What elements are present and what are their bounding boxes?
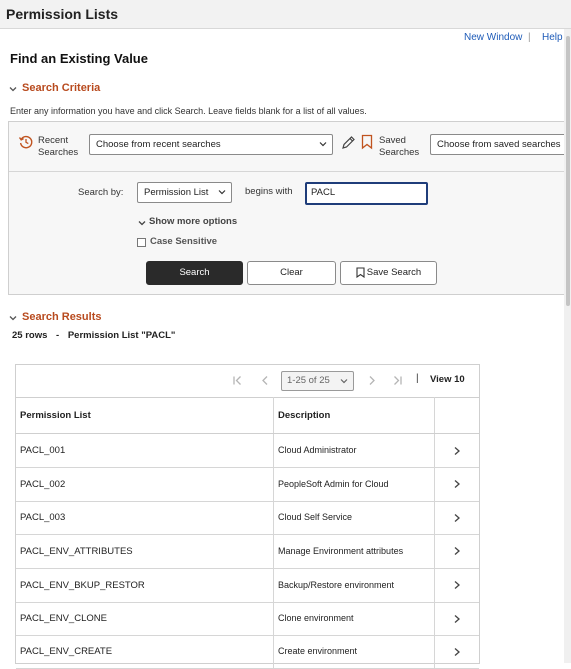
chevron-right-icon	[454, 647, 460, 656]
chevron-right-icon	[454, 581, 460, 589]
chevron-down-icon	[9, 316, 17, 321]
row-open-button[interactable]	[435, 467, 479, 501]
show-more-options-label: Show more options	[149, 216, 238, 227]
table-row[interactable]: PACL_ENV_CLONE Clone environment	[16, 602, 479, 636]
criteria-divider	[9, 171, 571, 172]
description-cell[interactable]: Create environment	[274, 635, 435, 668]
chevron-right-icon	[454, 480, 460, 488]
page-scrollbar-thumb[interactable]	[566, 36, 570, 306]
row-open-button[interactable]	[435, 602, 479, 635]
permission-list-cell[interactable]: PACL_ENV_ATTRIBUTES	[16, 534, 274, 568]
table-row[interactable]: PACL_003 Cloud Self Service	[16, 501, 479, 535]
grid-header: Permission List Description	[16, 397, 479, 434]
saved-searches-label: Saved Searches	[379, 135, 419, 159]
search-by-label: Search by:	[78, 187, 124, 198]
recent-searches-value: Choose from recent searches	[96, 139, 221, 150]
permission-list-cell[interactable]: PACL_ENV_BKUP_RESTOR	[16, 568, 274, 602]
save-search-label: Save Search	[366, 267, 422, 278]
permission-list-cell[interactable]: PACL_ENV_CLONE	[16, 602, 274, 635]
permission-list-cell[interactable]: PACL_002	[16, 467, 274, 501]
recent-label-line2: Searches	[38, 147, 79, 158]
search-button[interactable]: Search	[146, 261, 243, 285]
search-value-text: PACL	[311, 187, 336, 198]
bookmark-icon	[361, 134, 373, 150]
recent-label-line1: Recent	[38, 135, 69, 146]
case-sensitive-label: Case Sensitive	[150, 236, 218, 247]
bookmark-icon	[356, 267, 365, 279]
permission-list-cell[interactable]: PACL_ENV_CREATE	[16, 635, 274, 668]
table-row[interactable]: PACL_ENV_CREATE Create environment	[16, 635, 479, 669]
save-search-button[interactable]: Save Search	[340, 261, 437, 285]
table-row[interactable]: PACL_ENV_BKUP_RESTOR Backup/Restore envir…	[16, 568, 479, 603]
row-open-button[interactable]	[435, 534, 479, 568]
table-row[interactable]: PACL_002 PeopleSoft Admin for Cloud	[16, 467, 479, 502]
description-cell[interactable]: Manage Environment attributes	[274, 534, 435, 568]
case-sensitive-checkbox[interactable]	[137, 238, 146, 247]
recent-searches-label: Recent Searches	[38, 135, 78, 159]
view-10-link[interactable]: View 10	[430, 374, 465, 385]
last-page-icon[interactable]	[392, 375, 403, 386]
search-criteria-heading: Search Criteria	[22, 82, 101, 94]
permission-list-cell[interactable]: PACL_001	[16, 434, 274, 467]
chevron-down-icon	[218, 190, 226, 195]
chevron-right-icon	[454, 513, 460, 522]
link-separator: |	[528, 32, 531, 43]
page-range-select[interactable]: 1-25 of 25	[281, 371, 354, 391]
title-bar: Permission Lists	[0, 0, 571, 29]
results-count: 25 rows	[12, 330, 48, 341]
results-summary: 25 rows - Permission List "PACL"	[12, 330, 175, 341]
saved-searches-value: Choose from saved searches	[437, 139, 561, 150]
window-title: Permission Lists	[6, 6, 119, 22]
row-open-button[interactable]	[435, 568, 479, 602]
search-results-heading: Search Results	[22, 311, 102, 323]
column-header-permission-list[interactable]: Permission List	[16, 397, 274, 433]
clear-button[interactable]: Clear	[247, 261, 336, 285]
saved-label-line2: Searches	[379, 147, 420, 158]
search-value-input[interactable]: PACL	[305, 182, 428, 205]
chevron-down-icon	[319, 142, 327, 147]
edit-pencil-icon[interactable]	[341, 135, 356, 150]
row-open-button[interactable]	[435, 434, 479, 467]
search-hint: Enter any information you have and click…	[10, 106, 367, 116]
chevron-down-icon	[340, 379, 348, 384]
description-cell[interactable]: Cloud Administrator	[274, 434, 435, 467]
page-range-value: 1-25 of 25	[287, 375, 330, 386]
help-link[interactable]: Help	[542, 32, 563, 43]
saved-label-line1: Saved	[379, 135, 406, 146]
chevron-right-icon	[454, 547, 460, 555]
pager-separator: |	[416, 373, 419, 384]
results-criteria: Permission List "PACL"	[67, 330, 176, 341]
description-cell[interactable]: Backup/Restore environment	[274, 568, 435, 602]
first-page-icon[interactable]	[232, 375, 243, 386]
previous-page-icon[interactable]	[260, 375, 271, 386]
search-by-value: Permission List	[144, 187, 209, 198]
history-icon	[18, 135, 33, 149]
chevron-right-icon	[454, 446, 460, 455]
description-cell[interactable]: Clone environment	[274, 602, 435, 635]
table-row[interactable]: PACL_ENV_ATTRIBUTES Manage Environment at…	[16, 534, 479, 569]
recent-searches-select[interactable]: Choose from recent searches	[89, 134, 333, 155]
description-cell[interactable]: PeopleSoft Admin for Cloud	[274, 467, 435, 501]
chevron-down-icon	[9, 87, 17, 92]
row-open-button[interactable]	[435, 501, 479, 534]
permission-list-cell[interactable]: PACL_003	[16, 501, 274, 534]
next-page-icon[interactable]	[366, 375, 377, 386]
row-open-button[interactable]	[435, 635, 479, 668]
column-header-action	[435, 397, 479, 433]
operator-label: begins with	[245, 186, 293, 197]
table-row[interactable]: PACL_001 Cloud Administrator	[16, 434, 479, 468]
new-window-link[interactable]: New Window	[464, 32, 522, 43]
page-title: Find an Existing Value	[10, 51, 148, 66]
results-grid: 1-25 of 25 | View 10 Permission List Des…	[15, 364, 480, 669]
grid-pager: 1-25 of 25 | View 10	[16, 365, 479, 398]
chevron-down-icon	[138, 221, 146, 226]
saved-searches-select[interactable]: Choose from saved searches	[430, 134, 571, 155]
results-summary-dash: -	[56, 330, 60, 341]
column-header-description[interactable]: Description	[274, 397, 435, 433]
description-cell[interactable]: Cloud Self Service	[274, 501, 435, 534]
chevron-right-icon	[454, 614, 460, 623]
search-by-select[interactable]: Permission List	[137, 182, 232, 203]
